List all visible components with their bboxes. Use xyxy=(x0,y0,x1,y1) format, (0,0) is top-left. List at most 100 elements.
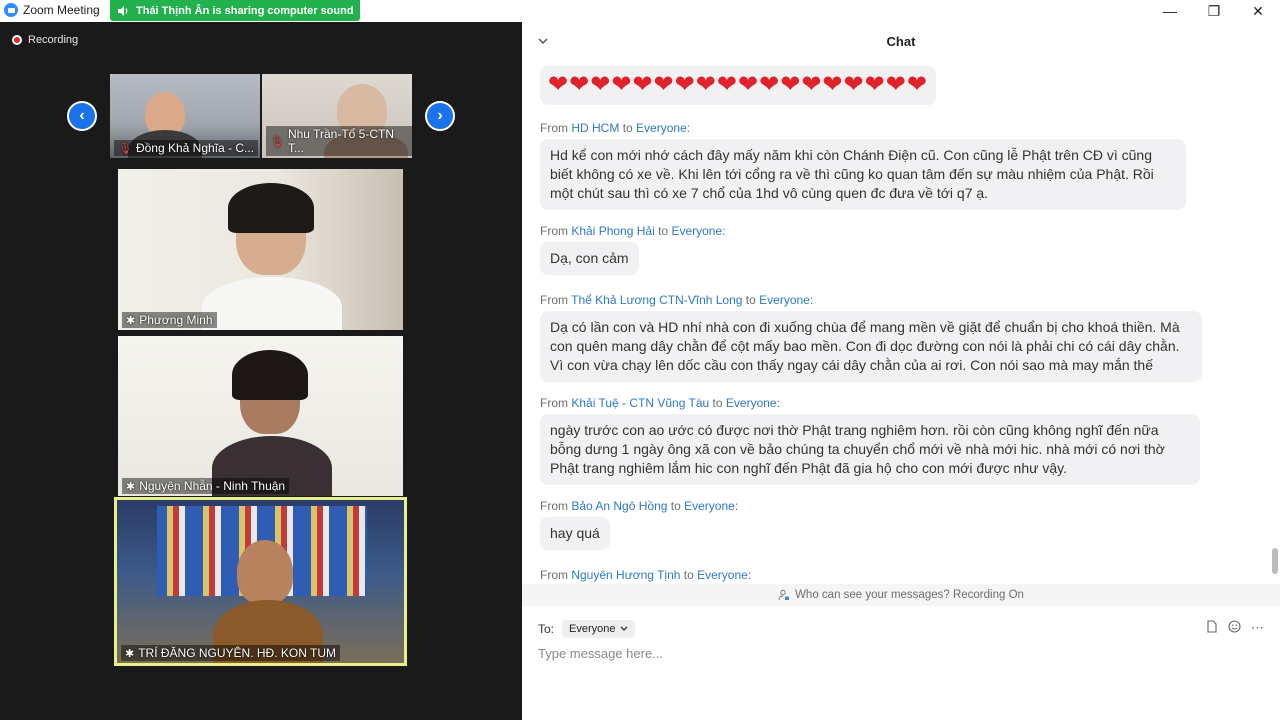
compose-area: To: Everyone ⋯ xyxy=(522,606,1280,720)
recipient-value: Everyone xyxy=(569,623,616,635)
privacy-text: Who can see your messages? Recording On xyxy=(795,589,1024,601)
to-word: to xyxy=(658,224,669,238)
sender-name[interactable]: HD HCM xyxy=(571,121,619,135)
message-sender-line: From Nguyên Hương Tịnh to Everyone: xyxy=(540,568,751,582)
participant-hair xyxy=(228,183,314,233)
participant-name-tag: ✱ TRÍ ĐĂNG NGUYÊN. HĐ. KON TUM xyxy=(121,645,341,661)
pin-icon: ✱ xyxy=(126,480,136,493)
minimize-button[interactable]: — xyxy=(1148,0,1192,22)
recording-indicator[interactable]: Recording xyxy=(12,34,78,46)
participant-name: Nhu Trần-Tổ 5-CTN T... xyxy=(287,127,394,155)
from-word: From xyxy=(540,224,568,238)
emoji-icon[interactable] xyxy=(1228,620,1241,636)
chevron-left-icon: ‹ xyxy=(79,107,85,124)
record-icon xyxy=(12,35,22,45)
video-tile[interactable]: ✱ Phương Minh xyxy=(118,169,403,330)
to-word: to xyxy=(670,499,681,513)
message-bubble: hay quá xyxy=(540,517,610,550)
chat-message: From Khải Tuệ - CTN Vũng Tàu to Everyone… xyxy=(540,396,1200,485)
chat-message: From Bảo An Ngô Hồng to Everyone: hay qu… xyxy=(540,499,738,550)
next-page-button[interactable]: › xyxy=(425,101,455,131)
muted-mic-icon: 🎙︎ xyxy=(118,142,132,155)
recipient-name: Everyone: xyxy=(759,293,814,307)
chevron-right-icon: › xyxy=(437,107,443,124)
file-icon[interactable] xyxy=(1206,620,1218,636)
scrollbar-thumb[interactable] xyxy=(1272,548,1278,574)
chat-header: Chat xyxy=(522,28,1280,56)
restore-button[interactable]: ❐ xyxy=(1192,0,1236,22)
recipient-name: Everyone: xyxy=(636,121,691,135)
message-sender-line: From Bảo An Ngô Hồng to Everyone: xyxy=(540,499,738,517)
chat-scrollbar[interactable] xyxy=(1270,62,1278,582)
hearts-message: ❤❤❤❤❤❤❤❤❤❤❤❤❤❤❤❤❤❤ xyxy=(540,66,936,105)
participant-name: TRÍ ĐĂNG NGUYÊN. HĐ. KON TUM xyxy=(138,646,337,660)
video-tile[interactable]: 🎙︎ Nhu Trần-Tổ 5-CTN T... xyxy=(262,74,412,158)
message-input[interactable] xyxy=(538,646,1238,661)
chevron-down-icon xyxy=(620,626,627,631)
participant-body xyxy=(202,277,342,330)
chat-message: From HD HCM to Everyone: Hd kể con mới n… xyxy=(540,121,1186,210)
message-bubble: Dạ có lần con và HD nhí nhà con đi xuống… xyxy=(540,311,1202,382)
sender-name[interactable]: Khải Tuệ - CTN Vũng Tàu xyxy=(571,396,709,410)
participant-name-tag: 🎙︎ Đồng Khả Nghĩa - C... xyxy=(114,140,259,156)
participant-name-tag: ✱ Phương Minh xyxy=(122,312,217,328)
people-lock-icon xyxy=(778,589,790,601)
sound-share-banner[interactable]: Thái Thịnh Ân is sharing computer sound xyxy=(110,0,360,21)
app-title-text: Zoom Meeting xyxy=(23,3,100,17)
pin-icon: ✱ xyxy=(126,314,136,327)
chat-message: From Nguyên Hương Tịnh to Everyone: xyxy=(540,568,751,582)
to-word: to xyxy=(712,396,723,410)
pin-icon: ✱ xyxy=(125,647,135,660)
message-sender-line: From Khải Tuệ - CTN Vũng Tàu to Everyone… xyxy=(540,396,1200,414)
sender-name[interactable]: Khải Phong Hải xyxy=(571,224,654,238)
recipient-row: To: Everyone xyxy=(538,620,635,638)
recipient-name: Everyone: xyxy=(725,396,780,410)
share-banner-text: Thái Thịnh Ân is sharing computer sound xyxy=(136,4,354,17)
participant-name-tag: 🎙︎ Nhu Trần-Tổ 5-CTN T... xyxy=(266,126,412,156)
close-button[interactable]: ✕ xyxy=(1236,0,1280,22)
message-sender-line: From Khải Phong Hải to Everyone: xyxy=(540,224,725,242)
zoom-logo-icon xyxy=(4,3,18,17)
privacy-notice[interactable]: Who can see your messages? Recording On xyxy=(522,584,1280,606)
participant-name-tag: ✱ Nguyện Nhẫn - Ninh Thuận xyxy=(122,478,290,494)
participant-video xyxy=(237,540,293,604)
chat-message: From Thể Khả Lương CTN-Vĩnh Long to Ever… xyxy=(540,293,1202,382)
from-word: From xyxy=(540,396,568,410)
muted-mic-icon: 🎙︎ xyxy=(270,135,284,148)
sender-name[interactable]: Bảo An Ngô Hồng xyxy=(571,499,667,513)
from-word: From xyxy=(540,293,568,307)
recipient-name: Everyone: xyxy=(684,499,739,513)
recipient-dropdown[interactable]: Everyone xyxy=(562,620,635,638)
video-tile[interactable]: ✱ Nguyện Nhẫn - Ninh Thuận xyxy=(118,336,403,496)
recipient-name: Everyone: xyxy=(671,224,726,238)
participant-name: Phương Minh xyxy=(139,313,213,327)
video-tile[interactable]: 🎙︎ Đồng Khả Nghĩa - C... xyxy=(110,74,260,158)
window-controls: — ❐ ✕ xyxy=(1148,0,1280,22)
to-word: to xyxy=(622,121,633,135)
message-sender-line: From HD HCM to Everyone: xyxy=(540,121,1186,139)
app-title: Zoom Meeting xyxy=(4,3,100,17)
chat-message: From Khải Phong Hải to Everyone: Dạ, con… xyxy=(540,224,725,275)
previous-page-button[interactable]: ‹ xyxy=(67,101,97,131)
chat-title: Chat xyxy=(886,34,916,49)
sender-name[interactable]: Nguyên Hương Tịnh xyxy=(571,568,680,582)
message-bubble: Dạ, con cảm xyxy=(540,242,639,275)
message-sender-line: From Thể Khả Lương CTN-Vĩnh Long to Ever… xyxy=(540,293,1202,311)
from-word: From xyxy=(540,121,568,135)
to-word: to xyxy=(745,293,756,307)
speaker-icon xyxy=(110,5,136,17)
active-speaker-tile[interactable]: ✱ TRÍ ĐĂNG NGUYÊN. HĐ. KON TUM xyxy=(114,497,407,666)
message-bubble: Hd kể con mới nhớ cách đây mấy năm khi c… xyxy=(540,139,1186,210)
compose-toolbar: ⋯ xyxy=(1206,620,1264,636)
more-options-icon[interactable]: ⋯ xyxy=(1251,620,1264,636)
meeting-view: Zoom Meeting Thái Thịnh Ân is sharing co… xyxy=(0,0,522,720)
from-word: From xyxy=(540,499,568,513)
to-label: To: xyxy=(538,622,555,636)
recording-label: Recording xyxy=(28,34,79,46)
chat-message-list[interactable]: ❤❤❤❤❤❤❤❤❤❤❤❤❤❤❤❤❤❤ From HD HCM to Everyo… xyxy=(522,62,1270,582)
participant-name: Đồng Khả Nghĩa - C... xyxy=(135,141,255,155)
message-bubble: ngày trước con ao ước có được nơi thờ Ph… xyxy=(540,414,1200,485)
sender-name[interactable]: Thể Khả Lương CTN-Vĩnh Long xyxy=(571,293,742,307)
recipient-name: Everyone: xyxy=(697,568,752,582)
chat-panel: — ❐ ✕ Chat ❤❤❤❤❤❤❤❤❤❤❤❤❤❤❤❤❤❤ From HD HC… xyxy=(522,0,1280,720)
